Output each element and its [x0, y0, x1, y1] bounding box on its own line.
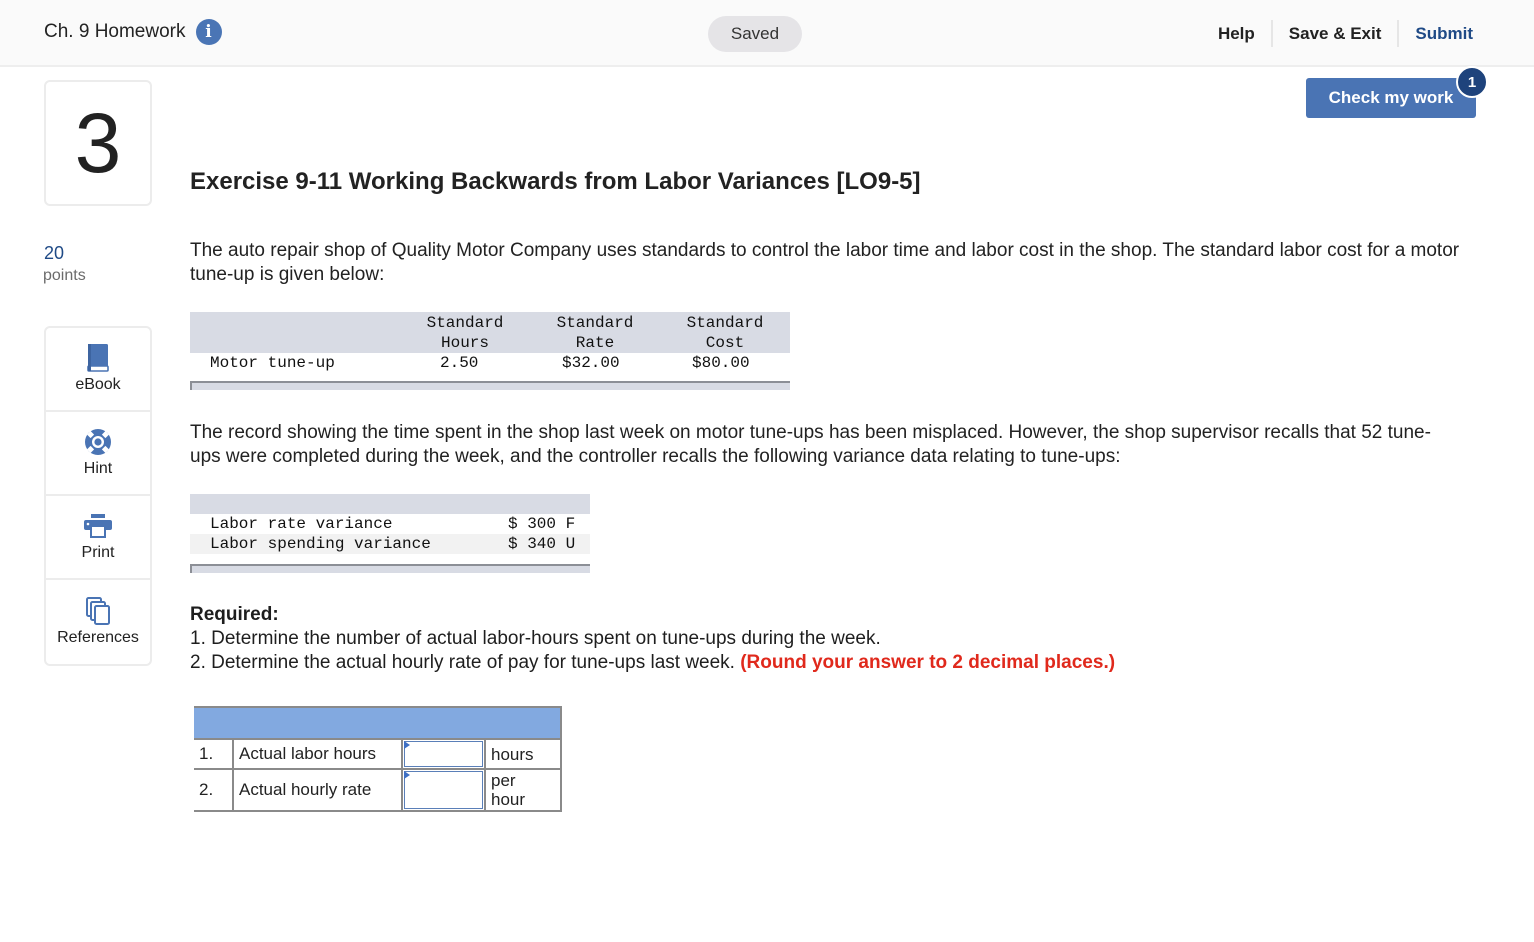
book-icon [86, 344, 110, 372]
top-nav: Help Save & Exit Submit [1202, 20, 1473, 47]
row-label: Actual hourly rate [232, 768, 403, 812]
variance-value: $ 340 U [508, 535, 576, 553]
col-standard-hours: Standard Hours [426, 314, 504, 352]
check-my-work-button[interactable]: Check my work [1306, 78, 1476, 118]
rounding-note: (Round your answer to 2 decimal places.) [740, 652, 1116, 673]
question-number: 3 [44, 80, 152, 206]
variance-value: $ 300 F [508, 515, 576, 533]
exercise-title: Exercise 9-11 Working Backwards from Lab… [190, 168, 921, 195]
col-standard-rate: Standard Rate [556, 314, 634, 352]
check-count-badge: 1 [1456, 66, 1488, 98]
standard-hours-value: 2.50 [440, 354, 479, 372]
unit-label: hours [484, 738, 562, 770]
printer-icon [84, 512, 112, 540]
standard-rate-value: $32.00 [562, 354, 620, 372]
required-section: Required: 1. Determine the number of act… [190, 603, 1115, 675]
actual-labor-hours-input[interactable] [404, 741, 483, 767]
print-label: Print [81, 544, 115, 561]
references-button[interactable]: References [46, 580, 150, 664]
variance-label: Labor spending variance [210, 535, 431, 553]
print-button[interactable]: Print [46, 496, 150, 580]
points-value: 20 [44, 243, 65, 263]
record-paragraph: The record showing the time spent in the… [190, 422, 1431, 467]
save-status-badge: Saved [708, 16, 802, 52]
help-link[interactable]: Help [1202, 24, 1271, 44]
variance-label: Labor rate variance [210, 515, 393, 533]
standard-cost-table: Standard Hours Standard Rate Standard Co… [190, 312, 790, 390]
hint-button[interactable]: Hint [46, 412, 150, 496]
table-row: 1. Actual labor hours hours [194, 738, 562, 770]
tools-panel: eBook Hint Print References [44, 326, 152, 666]
row-number: 2. [194, 768, 234, 812]
row-number: 1. [194, 738, 234, 770]
table-row: Motor tune-up 2.50 $32.00 $80.00 [190, 353, 790, 381]
table-footer [190, 381, 790, 390]
col-standard-cost: Standard Cost [686, 314, 764, 352]
standard-cost-value: $80.00 [692, 354, 750, 372]
hint-label: Hint [83, 460, 113, 477]
lifebuoy-icon [84, 428, 112, 456]
intro-paragraph: The auto repair shop of Quality Motor Co… [190, 240, 1460, 285]
answer-table: 1. Actual labor hours hours 2. Actual ho… [194, 706, 562, 812]
row-label: Motor tune-up [210, 354, 335, 372]
input-marker-icon [404, 771, 410, 779]
table-row: Labor spending variance $ 340 U [190, 534, 590, 554]
variance-table: Labor rate variance $ 300 F Labor spendi… [190, 494, 590, 573]
required-title: Required: [190, 604, 279, 625]
submit-link[interactable]: Submit [1399, 24, 1473, 44]
info-icon[interactable]: i [195, 19, 222, 45]
standard-table-header: Standard Hours Standard Rate Standard Co… [190, 312, 790, 353]
input-marker-icon [404, 741, 410, 749]
answer-table-header [194, 706, 562, 740]
actual-hourly-rate-input[interactable] [404, 771, 483, 809]
ebook-button[interactable]: eBook [46, 328, 150, 412]
documents-icon [86, 597, 110, 625]
table-row: Labor rate variance $ 300 F [190, 514, 590, 534]
required-item-1: 1. Determine the number of actual labor-… [190, 628, 881, 649]
save-exit-link[interactable]: Save & Exit [1273, 24, 1398, 44]
variance-table-header [190, 494, 590, 514]
unit-label: per hour [484, 768, 562, 812]
assignment-title-text: Ch. 9 Homework [44, 21, 186, 42]
table-row: 2. Actual hourly rate per hour [194, 768, 562, 812]
top-bar: Ch. 9 Homework i Saved Help Save & Exit … [0, 0, 1534, 67]
required-item-2: 2. Determine the actual hourly rate of p… [190, 652, 1116, 673]
references-label: References [57, 629, 139, 646]
assignment-title: Ch. 9 Homework i [44, 19, 222, 45]
points-label: points [43, 267, 86, 284]
row-label: Actual labor hours [232, 738, 403, 770]
table-footer [190, 564, 590, 573]
ebook-label: eBook [75, 376, 121, 393]
